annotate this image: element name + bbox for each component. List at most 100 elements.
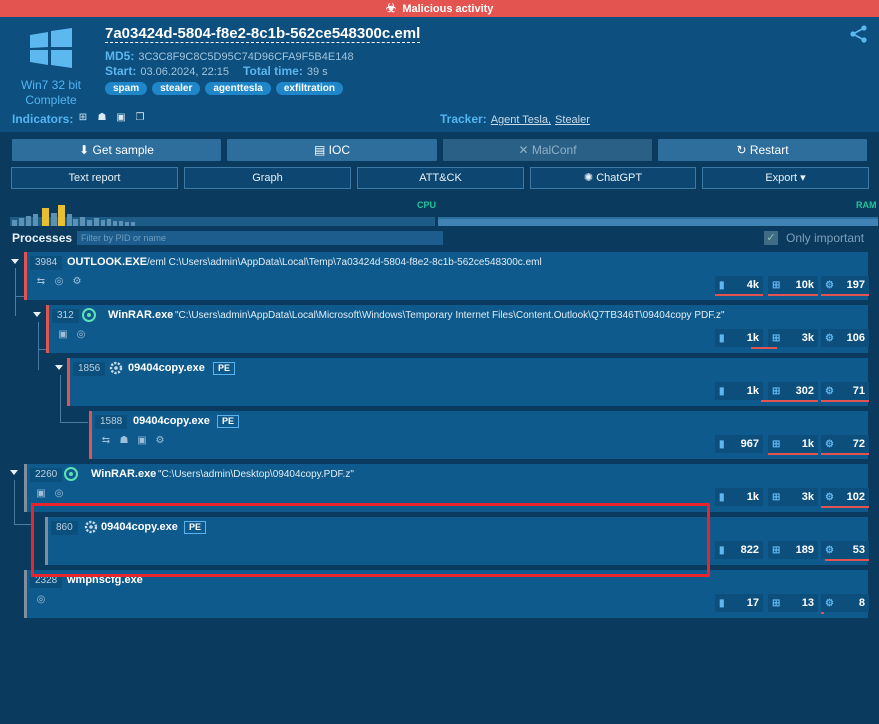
checkbox-icon[interactable]: ✓ xyxy=(764,231,778,245)
process-row[interactable]: 2328 wmpnscfg.exe ◎ ▮ 17 ⊞ 13 ⚙ 8 xyxy=(24,570,869,618)
tracker-row: Tracker: Agent Tesla, Stealer xyxy=(440,112,590,126)
network-indicator-icon[interactable]: ⊞ xyxy=(76,111,90,124)
registry-bar xyxy=(768,294,818,296)
file-icon: ▮ xyxy=(719,385,725,397)
modules-bar xyxy=(821,612,824,614)
exe-icon: ▣ xyxy=(137,435,147,446)
registry-icon: ⊞ xyxy=(772,438,781,450)
file-icon: ▮ xyxy=(719,279,725,291)
file-name[interactable]: 7a03424d-5804-f8e2-8c1b-562ce548300c.eml xyxy=(105,25,421,43)
cpu-label: CPU xyxy=(417,200,437,210)
tracker-link-stealer[interactable]: Stealer xyxy=(555,114,590,126)
process-name: 09404copy.exe xyxy=(133,415,210,427)
collapse-toggle-icon[interactable] xyxy=(11,259,19,264)
tracker-link-agent-tesla[interactable]: Agent Tesla, xyxy=(491,114,551,126)
registry-stat: ⊞ 189 xyxy=(768,541,818,559)
modules-bar xyxy=(821,453,869,455)
malconf-button[interactable]: ✕ MalConf xyxy=(443,139,652,161)
network-icon: ⇆ xyxy=(36,276,46,287)
exe-indicator-icon[interactable]: ▣ xyxy=(114,111,128,124)
file-icon: ▮ xyxy=(719,491,725,503)
process-row[interactable]: 3984 OUTLOOK.EXE /eml C:\Users\admin\App… xyxy=(24,252,869,300)
task-header: Win7 32 bit Complete 7a03424d-5804-f8e2-… xyxy=(0,17,879,132)
highlight-box xyxy=(31,503,710,577)
only-important-toggle[interactable]: ✓ Only important xyxy=(764,231,864,245)
ioc-button[interactable]: ▤ IOC xyxy=(227,139,437,161)
tag[interactable]: exfiltration xyxy=(275,82,343,95)
tree-line xyxy=(60,375,61,423)
registry-icon: ⊞ xyxy=(772,279,781,291)
modules-gear-icon: ⚙ xyxy=(825,332,834,344)
modules-bar xyxy=(821,506,869,508)
files-stat: ▮ 1k xyxy=(715,382,763,400)
medal-icon: ◎ xyxy=(36,594,46,605)
tag[interactable]: agenttesla xyxy=(205,82,271,95)
registry-icon: ⊞ xyxy=(772,544,781,556)
tag[interactable]: spam xyxy=(105,82,148,95)
modules-stat: ⚙ 102 xyxy=(821,488,869,508)
process-args: "C:\Users\admin\Desktop\09404copy.PDF.z" xyxy=(158,469,354,480)
tree-line xyxy=(15,268,16,316)
registry-stat: ⊞ 13 xyxy=(768,594,818,612)
registry-icon: ⊞ xyxy=(772,491,781,503)
process-row[interactable]: 1856 09404copy.exe PE ▮ 1k ⊞ 302 ⚙ 71 xyxy=(67,358,869,406)
modules-stat: ⚙ 72 xyxy=(821,435,869,455)
process-filter-input[interactable]: Filter by PID or name xyxy=(77,231,443,245)
files-bar xyxy=(751,347,777,349)
share-icon[interactable] xyxy=(849,25,869,43)
files-bar xyxy=(715,294,763,296)
get-sample-button[interactable]: ⬇ Get sample xyxy=(12,139,221,161)
settings-gear-icon: ⚙ xyxy=(72,276,82,287)
export-button[interactable]: Export ▾ xyxy=(702,167,869,189)
biohazard-icon: ☣ xyxy=(385,1,397,15)
graph-button[interactable]: Graph xyxy=(184,167,351,189)
pe-badge: PE xyxy=(213,362,236,375)
process-row[interactable]: 312 WinRAR.exe "C:\Users\admin\AppData\L… xyxy=(46,305,869,353)
chatgpt-button[interactable]: ✺ ChatGPT xyxy=(530,167,696,189)
process-row[interactable]: 1588 09404copy.exe PE ⇆ ☗ ▣ ⚙ ▮ 967 ⊞ 1k ⚙ 72 xyxy=(89,411,869,459)
file-icon: ▮ xyxy=(719,544,725,556)
medal-icon: ◎ xyxy=(54,488,64,499)
md5-value[interactable]: 3C3C8F9C8C5D95C74D96CFA9F5B4E148 xyxy=(138,51,353,63)
exe-icon: ▣ xyxy=(58,329,68,340)
modules-bar xyxy=(821,400,869,402)
banner-text: Malicious activity xyxy=(402,3,494,15)
process-pid: 1588 xyxy=(95,415,128,429)
restart-icon: ↻ xyxy=(736,143,750,157)
process-name: WinRAR.exe xyxy=(108,309,174,321)
modules-gear-icon: ⚙ xyxy=(825,491,834,503)
start-value: 03.06.2024, 22:15 xyxy=(140,66,230,78)
settings-gear-icon: ⚙ xyxy=(155,435,165,446)
files-stat: ▮ 822 xyxy=(715,541,763,559)
tree-line xyxy=(14,524,31,525)
collapse-toggle-icon[interactable] xyxy=(55,365,63,370)
collapse-toggle-icon[interactable] xyxy=(10,470,18,475)
registry-stat: ⊞ 3k xyxy=(768,488,818,506)
registry-bar xyxy=(768,453,818,455)
restart-button[interactable]: ↻ Restart xyxy=(658,139,867,161)
tree-line xyxy=(60,422,88,423)
registry-icon: ⊞ xyxy=(772,332,781,344)
task-status: Complete xyxy=(25,93,77,107)
danger-indicator-icon[interactable]: ☗ xyxy=(95,111,109,124)
process-pid: 312 xyxy=(52,309,79,323)
modules-stat: ⚙ 197 xyxy=(821,276,869,296)
medal-icon: ◎ xyxy=(76,329,86,340)
files-stat: ▮ 1k xyxy=(715,488,763,506)
process-pid: 3984 xyxy=(30,256,63,270)
md5-row: MD5: 3C3C8F9C8C5D95C74D96CFA9F5B4E148 xyxy=(105,49,354,63)
attck-button[interactable]: ATT&CK xyxy=(357,167,524,189)
tag[interactable]: stealer xyxy=(152,82,201,95)
process-pid: 2260 xyxy=(30,468,63,482)
exe-icon: ▣ xyxy=(36,488,46,499)
files-stat: ▮ 4k xyxy=(715,276,763,296)
windows-logo-icon xyxy=(30,28,72,68)
files-indicator-icon[interactable]: ❐ xyxy=(133,111,147,124)
tools-icon: ✕ xyxy=(518,143,532,157)
medal-icon: ◎ xyxy=(54,276,64,287)
file-icon: ▮ xyxy=(719,597,725,609)
text-report-button[interactable]: Text report xyxy=(11,167,178,189)
collapse-toggle-icon[interactable] xyxy=(33,312,41,317)
ram-chart xyxy=(438,217,878,226)
registry-stat: ⊞ 3k xyxy=(768,329,818,347)
